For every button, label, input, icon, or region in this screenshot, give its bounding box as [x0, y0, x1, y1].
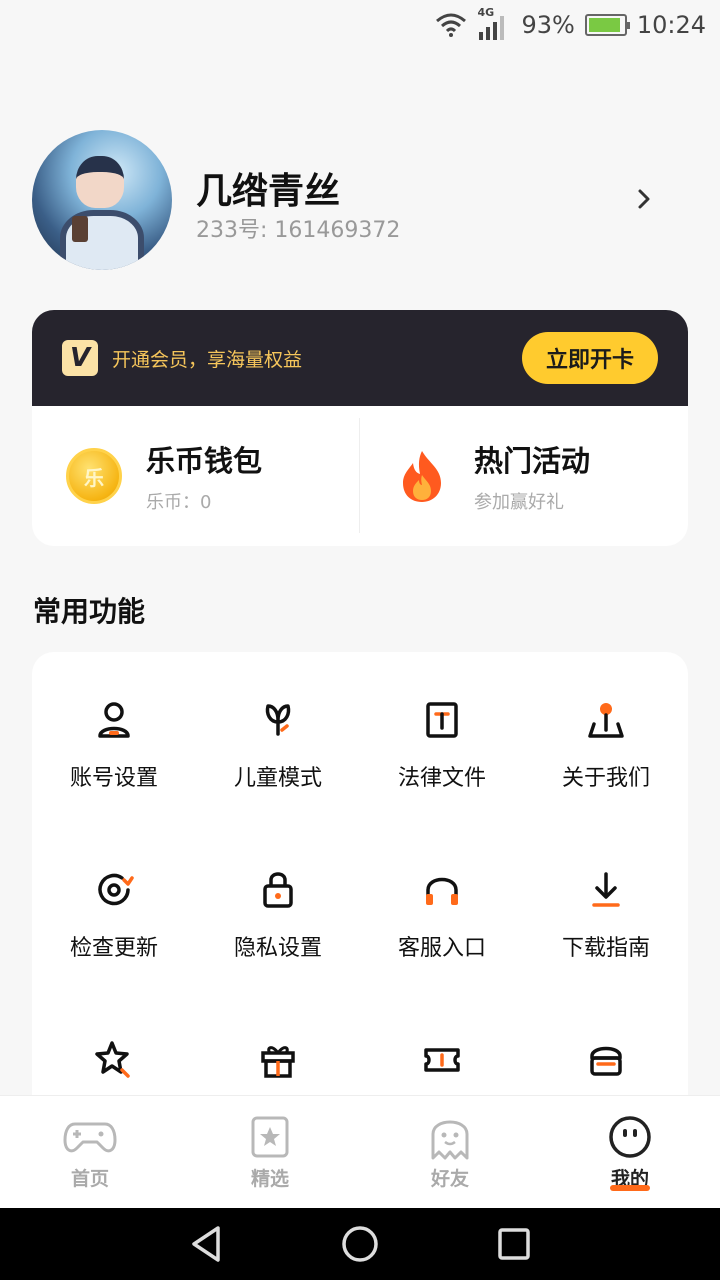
section-title: 常用功能	[33, 595, 146, 628]
tab-featured[interactable]: 精选	[180, 1096, 360, 1208]
store-icon	[590, 1046, 622, 1076]
activity-entry[interactable]: 热门活动 参加赢好礼	[360, 406, 688, 546]
sprout-icon	[265, 704, 291, 736]
item-label: 下载指南	[561, 936, 650, 961]
user-id: 233号: 161469372	[196, 218, 401, 243]
location-pin-icon	[588, 703, 624, 738]
wifi-icon	[436, 13, 467, 37]
ghost-icon	[431, 1120, 469, 1160]
tab-label: 精选	[250, 1168, 289, 1190]
tab-label: 首页	[70, 1168, 109, 1190]
item-label: 法律文件	[397, 766, 486, 791]
customer-service-item[interactable]: 客服入口	[360, 868, 524, 962]
privacy-settings-item[interactable]: 隐私设置	[196, 868, 360, 962]
cell-signal-icon: 4G	[477, 6, 511, 40]
open-card-button[interactable]: 立即开卡	[522, 332, 658, 384]
status-bar: 4G 93% 10:24	[0, 0, 720, 50]
document-icon	[426, 702, 458, 738]
tab-bar: 首页 精选 好友 我的	[0, 1095, 720, 1208]
function-item-star[interactable]	[32, 1038, 196, 1082]
home-icon[interactable]	[340, 1224, 380, 1264]
wallet-title: 乐币钱包	[146, 444, 263, 478]
account-icon	[98, 702, 130, 738]
avatar[interactable]	[32, 130, 172, 270]
item-label: 客服入口	[397, 936, 486, 961]
smile-icon	[609, 1116, 651, 1158]
function-item-gift[interactable]	[196, 1038, 360, 1082]
download-icon	[592, 872, 620, 907]
user-name[interactable]: 几绺青丝	[196, 162, 340, 214]
battery-icon	[584, 14, 630, 36]
coin-icon: 乐	[66, 448, 122, 504]
activity-title: 热门活动	[474, 444, 591, 478]
legal-docs-item[interactable]: 法律文件	[360, 698, 524, 792]
tab-me[interactable]: 我的	[540, 1096, 720, 1208]
kids-mode-item[interactable]: 儿童模式	[196, 698, 360, 792]
function-grid: 账号设置 儿童模式 法律文件 关于我们 检查更新 隐私设置 客服入口 下载指南	[32, 652, 688, 1112]
download-guide-item[interactable]: 下载指南	[524, 868, 688, 962]
clock: 10:24	[636, 11, 706, 39]
wallet-entry[interactable]: 乐 乐币钱包 乐币：0	[32, 406, 360, 546]
headset-icon	[426, 877, 458, 905]
function-item-store[interactable]	[524, 1038, 688, 1082]
vip-banner[interactable]: V 开通会员，享海量权益 立即开卡	[32, 310, 688, 406]
battery-percent: 93%	[521, 11, 575, 39]
tab-friends[interactable]: 好友	[360, 1096, 540, 1208]
tab-home[interactable]: 首页	[0, 1096, 180, 1208]
star-search-icon	[95, 1041, 130, 1078]
chevron-right-icon[interactable]	[636, 188, 652, 210]
vip-logo-icon: V	[62, 340, 98, 376]
item-label: 关于我们	[561, 766, 650, 791]
function-item-ticket[interactable]	[360, 1038, 524, 1082]
item-label: 检查更新	[69, 936, 158, 961]
wallet-balance: 乐币：0	[146, 492, 212, 513]
active-tab-indicator	[610, 1185, 650, 1191]
about-us-item[interactable]: 关于我们	[524, 698, 688, 792]
recents-icon[interactable]	[496, 1226, 532, 1262]
vip-promo-text: 开通会员，享海量权益	[112, 348, 303, 371]
item-label: 儿童模式	[233, 766, 322, 791]
back-icon[interactable]	[188, 1224, 224, 1264]
fire-icon	[394, 448, 450, 504]
activity-sub: 参加赢好礼	[474, 492, 564, 513]
gift-icon	[261, 1046, 295, 1078]
check-update-item[interactable]: 检查更新	[32, 868, 196, 962]
item-label: 账号设置	[69, 766, 158, 791]
vip-wallet-card: V 开通会员，享海量权益 立即开卡 乐 乐币钱包 乐币：0 热门活动 参加赢好礼	[32, 310, 688, 546]
divider	[359, 418, 360, 533]
refresh-icon	[98, 873, 134, 906]
star-card-icon	[251, 1116, 289, 1158]
lock-icon	[263, 872, 293, 908]
ticket-icon	[424, 1048, 460, 1072]
tab-label: 好友	[430, 1168, 469, 1190]
item-label: 隐私设置	[233, 936, 322, 961]
gamepad-icon	[63, 1122, 117, 1153]
account-settings-item[interactable]: 账号设置	[32, 698, 196, 792]
system-nav-bar	[0, 1208, 720, 1280]
